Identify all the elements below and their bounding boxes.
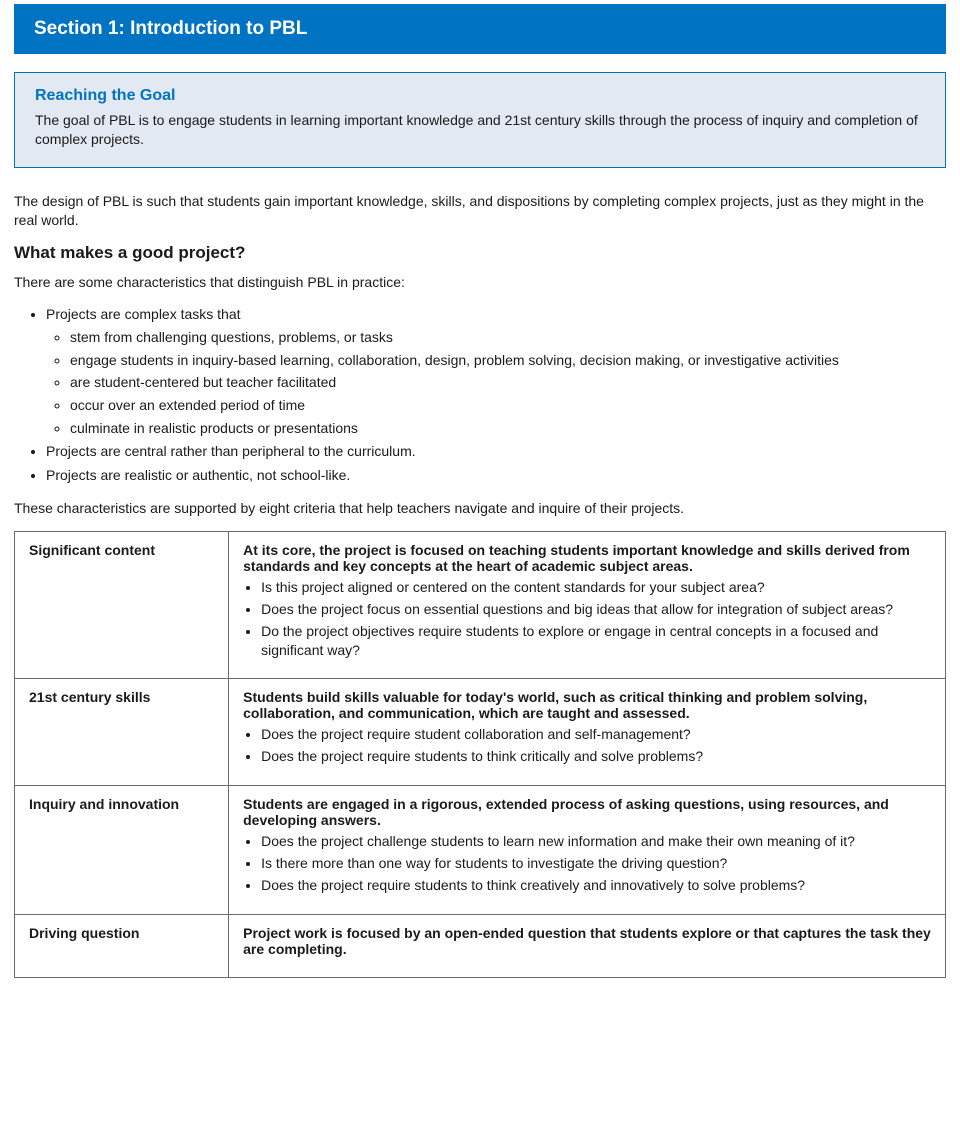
list-item: Is there more than one way for students … xyxy=(261,854,931,873)
rubric-left-title: 21st century skills xyxy=(29,689,214,705)
list-item: Projects are central rather than periphe… xyxy=(46,442,946,462)
good-project-bullets: Projects are complex tasks that stem fro… xyxy=(14,305,946,486)
reaching-goal-heading: Reaching the Goal xyxy=(35,87,925,105)
list-item: occur over an extended period of time xyxy=(70,396,946,416)
rubric-right-list: Does the project require student collabo… xyxy=(243,725,931,766)
list-item: Does the project require students to thi… xyxy=(261,747,931,766)
list-item: Does the project require student collabo… xyxy=(261,725,931,744)
rubric-right-title: Students are engaged in a rigorous, exte… xyxy=(243,796,931,828)
list-item: Does the project require students to thi… xyxy=(261,876,931,895)
list-item: culminate in realistic products or prese… xyxy=(70,419,946,439)
rubric-left-title: Significant content xyxy=(29,542,214,558)
list-item: Does the project focus on essential ques… xyxy=(261,600,931,619)
list-item: Projects are realistic or authentic, not… xyxy=(46,466,946,486)
table-row: 21st century skills Students build skill… xyxy=(15,679,946,786)
rubric-right-title: Students build skills valuable for today… xyxy=(243,689,931,721)
good-project-intro: There are some characteristics that dist… xyxy=(14,273,946,293)
table-row: Inquiry and innovation Students are enga… xyxy=(15,786,946,915)
rubric-criterion-detail: Students build skills valuable for today… xyxy=(229,679,946,786)
rubric-left-title: Driving question xyxy=(29,925,214,941)
rubric-right-title: Project work is focused by an open-ended… xyxy=(243,925,931,957)
rubric-criterion-name: Driving question xyxy=(15,914,229,977)
rubric-criterion-name: 21st century skills xyxy=(15,679,229,786)
rubric-left-title: Inquiry and innovation xyxy=(29,796,214,812)
reaching-goal-callout: Reaching the Goal The goal of PBL is to … xyxy=(14,72,946,168)
list-item: stem from challenging questions, problem… xyxy=(70,328,946,348)
good-project-sublist: stem from challenging questions, problem… xyxy=(46,328,946,438)
section-title-bar: Section 1: Introduction to PBL xyxy=(14,4,946,54)
rubric-table: Significant content At its core, the pro… xyxy=(14,531,946,978)
rubric-right-title: At its core, the project is focused on t… xyxy=(243,542,931,574)
rubric-criterion-detail: Project work is focused by an open-ended… xyxy=(229,914,946,977)
rubric-criterion-name: Significant content xyxy=(15,531,229,679)
list-item: Does the project challenge students to l… xyxy=(261,832,931,851)
list-item: Is this project aligned or centered on t… xyxy=(261,578,931,597)
list-item: engage students in inquiry-based learnin… xyxy=(70,351,946,371)
list-item: are student-centered but teacher facilit… xyxy=(70,373,946,393)
rubric-criterion-detail: At its core, the project is focused on t… xyxy=(229,531,946,679)
list-item-text: Projects are complex tasks that xyxy=(46,306,241,322)
list-item: Projects are complex tasks that stem fro… xyxy=(46,305,946,439)
table-row: Driving question Project work is focused… xyxy=(15,914,946,977)
good-project-postnote: These characteristics are supported by e… xyxy=(14,499,946,519)
intro-paragraph: The design of PBL is such that students … xyxy=(14,192,946,231)
reaching-goal-body: The goal of PBL is to engage students in… xyxy=(35,111,925,149)
rubric-criterion-detail: Students are engaged in a rigorous, exte… xyxy=(229,786,946,915)
rubric-right-list: Is this project aligned or centered on t… xyxy=(243,578,931,660)
rubric-right-list: Does the project challenge students to l… xyxy=(243,832,931,895)
list-item: Do the project objectives require studen… xyxy=(261,622,931,660)
good-project-heading: What makes a good project? xyxy=(14,243,946,263)
table-row: Significant content At its core, the pro… xyxy=(15,531,946,679)
rubric-criterion-name: Inquiry and innovation xyxy=(15,786,229,915)
